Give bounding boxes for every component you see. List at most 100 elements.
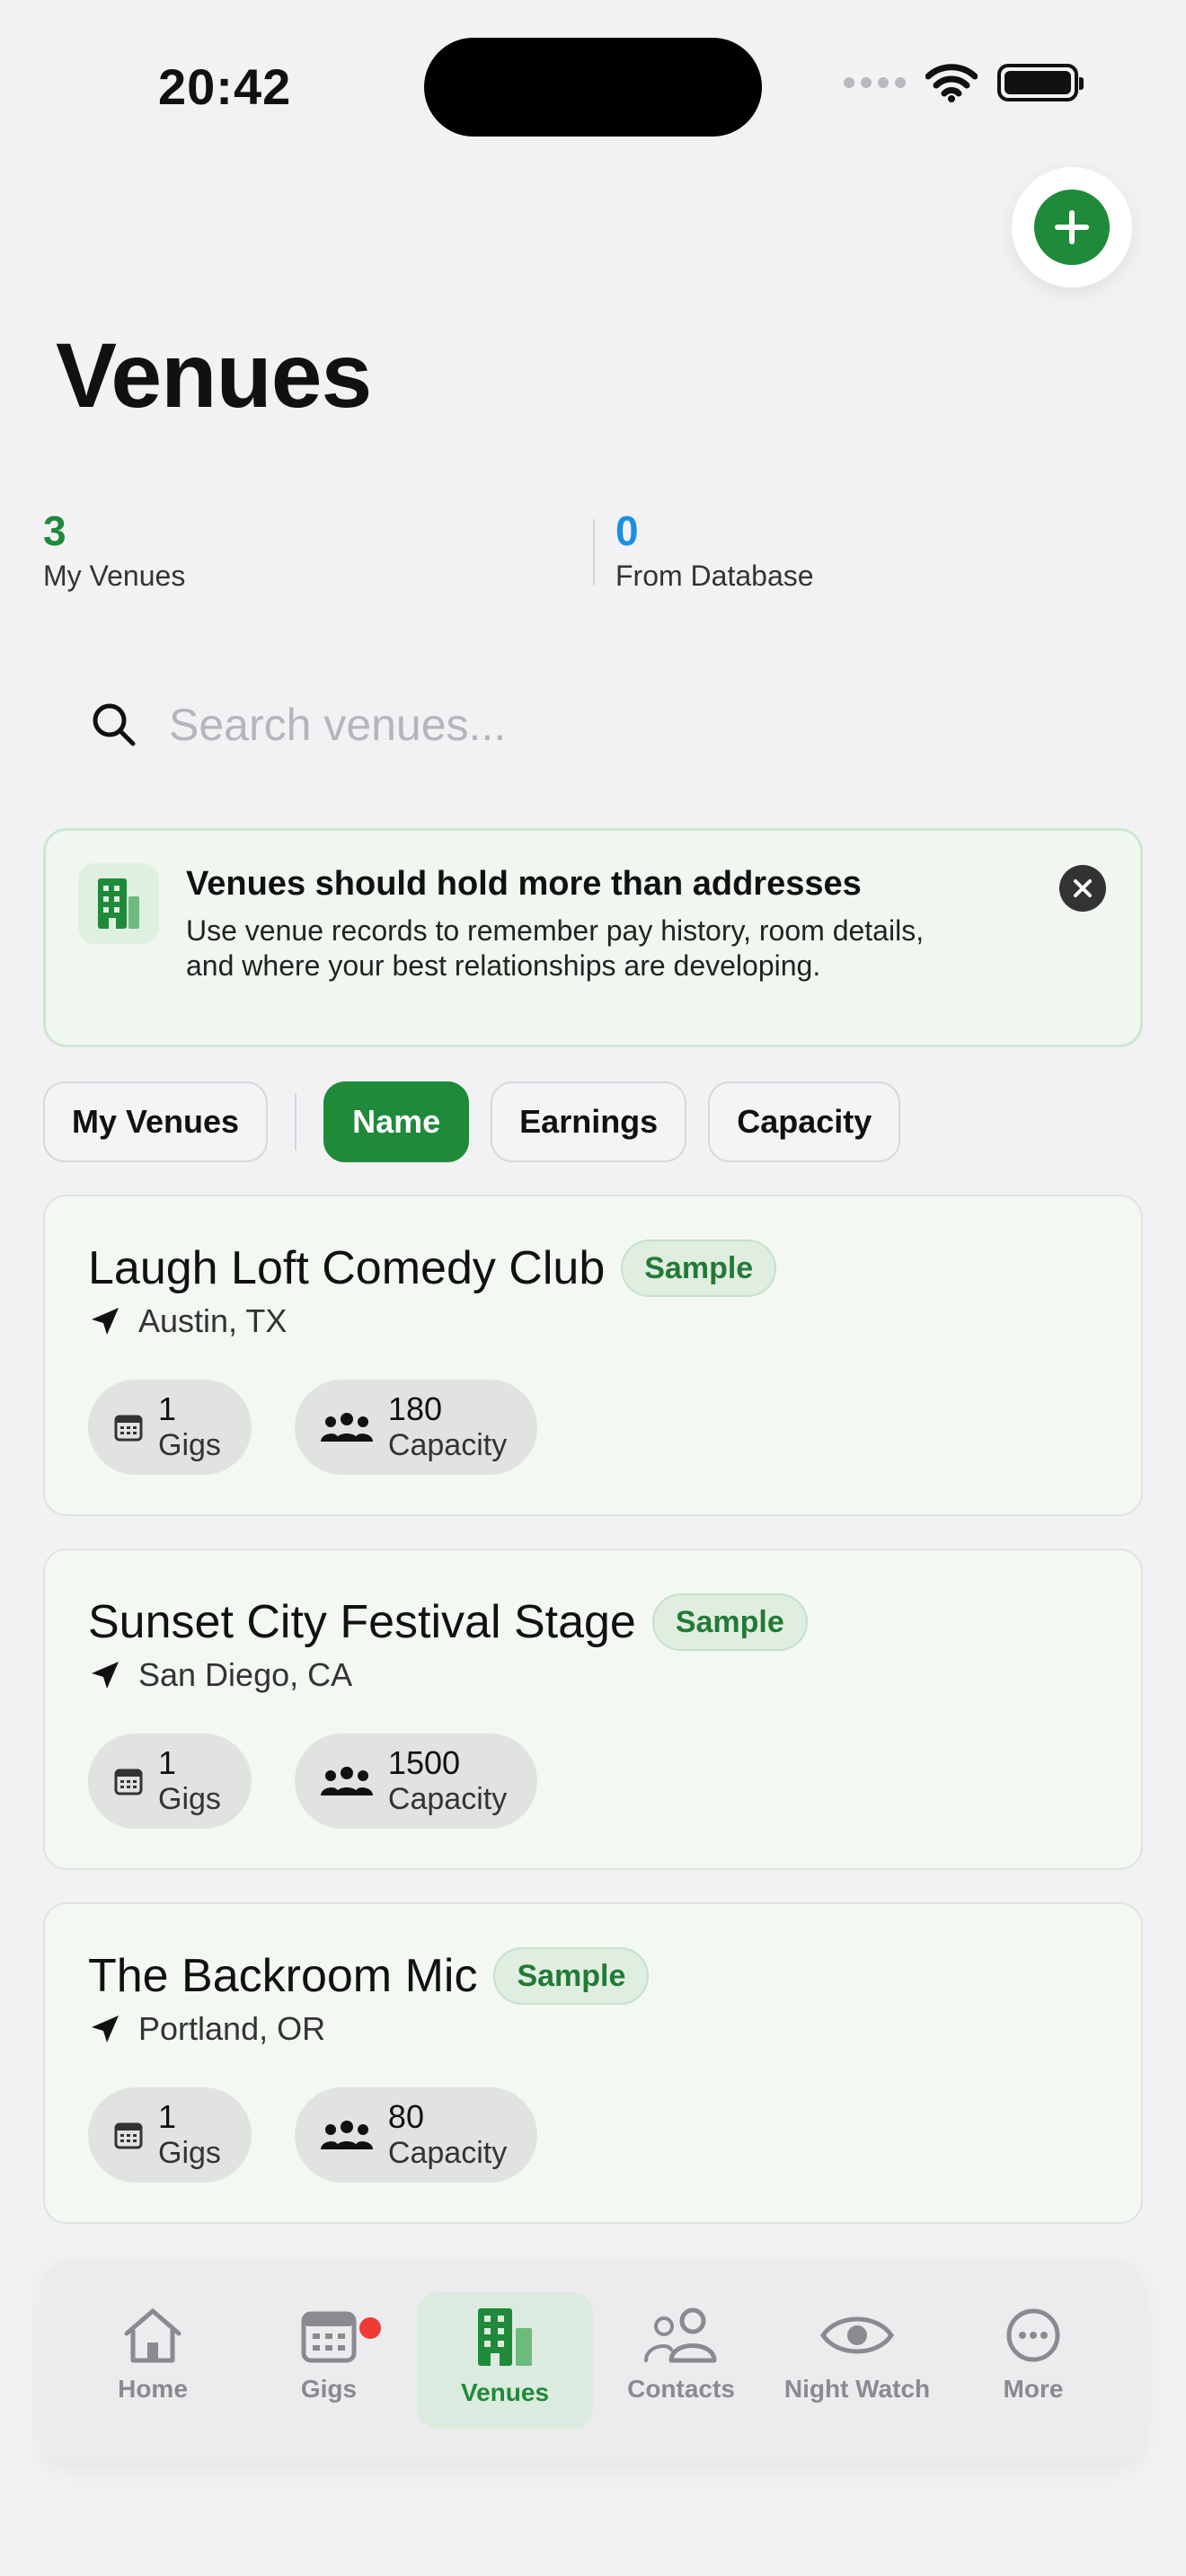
capacity-value: 180	[387, 1390, 442, 1427]
dynamic-island	[424, 38, 762, 137]
calendar-icon	[301, 2311, 357, 2363]
venue-stats: 1 Gigs 80 Capacity	[88, 2087, 538, 2183]
venue-location-text: Austin, TX	[138, 1302, 288, 1339]
cellular-signal-icon	[844, 77, 906, 88]
tip-body: Use venue records to remember pay histor…	[186, 914, 925, 982]
sort-chip-name[interactable]: Name	[323, 1081, 470, 1162]
sample-badge: Sample	[621, 1239, 777, 1297]
capacity-label: Capacity	[387, 2136, 508, 2170]
sort-chip-earnings[interactable]: Earnings	[491, 1081, 687, 1162]
page-title: Venues	[56, 324, 372, 427]
venue-location: San Diego, CA	[88, 1656, 352, 1694]
search-icon	[93, 703, 136, 746]
tip-card: Venues should hold more than addresses U…	[43, 828, 1143, 1047]
capacity-value: 80	[387, 2098, 424, 2135]
venues-screen: 20:42 Venues 3 My Venues 0 From Database	[0, 0, 1186, 2576]
capacity-pill: 180 Capacity	[294, 1380, 538, 1475]
venue-location-text: San Diego, CA	[138, 1656, 353, 1693]
stat-from-database: 0 From Database	[615, 508, 814, 593]
status-icons	[844, 63, 1084, 102]
dismiss-tip-button[interactable]	[1059, 865, 1106, 912]
venue-card[interactable]: Sunset City Festival Stage Sample San Di…	[43, 1548, 1143, 1870]
venue-card[interactable]: Laugh Loft Comedy Club Sample Austin, TX…	[43, 1195, 1143, 1516]
venue-stats: 1 Gigs 180 Capacity	[88, 1380, 538, 1475]
notification-dot	[359, 2317, 381, 2339]
filter-bar: My Venues Name Earnings Capacity	[43, 1081, 901, 1162]
plus-icon	[1034, 190, 1110, 265]
venue-name: The Backroom Mic	[88, 1950, 478, 2002]
calendar-icon	[114, 1415, 143, 1442]
tab-contacts[interactable]: Contacts	[593, 2292, 769, 2429]
stat-label: My Venues	[43, 559, 186, 592]
house-icon	[124, 2308, 181, 2363]
building-icon	[478, 2308, 532, 2366]
tab-gigs[interactable]: Gigs	[241, 2292, 417, 2429]
calendar-icon	[114, 1769, 143, 1795]
tab-label: More	[1003, 2375, 1064, 2403]
tab-label: Gigs	[300, 2375, 358, 2403]
stat-value: 3	[43, 507, 66, 554]
gigs-label: Gigs	[158, 2136, 221, 2170]
search-bar	[43, 684, 1143, 765]
wifi-icon	[925, 64, 978, 102]
tab-home[interactable]: Home	[65, 2292, 241, 2429]
gigs-pill: 1 Gigs	[88, 1734, 252, 1829]
location-arrow-icon	[92, 2016, 119, 2042]
venue-name: Sunset City Festival Stage	[88, 1596, 636, 1648]
stat-divider	[593, 519, 595, 586]
building-icon	[78, 863, 159, 944]
sort-chip-capacity[interactable]: Capacity	[708, 1081, 901, 1162]
ellipsis-circle-icon	[1006, 2308, 1060, 2362]
tab-label: Venues	[460, 2378, 550, 2406]
venue-card[interactable]: The Backroom Mic Sample Portland, OR 1 Gi…	[43, 1902, 1143, 2224]
capacity-pill: 1500 Capacity	[294, 1734, 538, 1829]
location-arrow-icon	[92, 1662, 119, 1689]
search-input[interactable]	[169, 699, 978, 751]
location-arrow-icon	[92, 1308, 119, 1335]
gigs-count: 1	[158, 1744, 177, 1781]
venue-name-row: The Backroom Mic Sample	[88, 1947, 650, 2005]
add-venue-button[interactable]	[1012, 167, 1132, 287]
tab-label: Night Watch	[783, 2375, 931, 2403]
stat-my-venues: 3 My Venues	[43, 508, 185, 593]
scope-filter-chip[interactable]: My Venues	[43, 1081, 269, 1162]
capacity-label: Capacity	[387, 1782, 508, 1816]
battery-icon	[997, 64, 1084, 101]
tip-title: Venues should hold more than addresses	[186, 865, 862, 903]
gigs-count: 1	[158, 2098, 177, 2135]
stat-label: From Database	[615, 559, 814, 592]
people-icon	[320, 1413, 373, 1442]
tab-venues[interactable]: Venues	[417, 2292, 593, 2429]
sample-badge: Sample	[493, 1947, 650, 2005]
tab-label: Home	[118, 2375, 188, 2403]
tab-night-watch[interactable]: Night Watch	[769, 2292, 945, 2429]
people-icon	[320, 2121, 373, 2149]
venue-location: Austin, TX	[88, 1302, 287, 1340]
capacity-label: Capacity	[387, 1428, 508, 1462]
chip-divider	[295, 1093, 297, 1151]
people-icon	[644, 2307, 717, 2363]
venue-name-row: Sunset City Festival Stage Sample	[88, 1593, 808, 1651]
tab-more[interactable]: More	[945, 2292, 1121, 2429]
gigs-label: Gigs	[158, 1782, 221, 1816]
venue-location: Portland, OR	[88, 2010, 325, 2048]
close-icon	[1074, 879, 1092, 897]
gigs-label: Gigs	[158, 1428, 221, 1462]
gigs-pill: 1 Gigs	[88, 2087, 252, 2183]
people-icon	[320, 1767, 373, 1795]
gigs-pill: 1 Gigs	[88, 1380, 252, 1475]
capacity-pill: 80 Capacity	[294, 2087, 538, 2183]
stat-value: 0	[615, 507, 639, 554]
eye-icon	[819, 2316, 895, 2354]
gigs-count: 1	[158, 1390, 177, 1427]
venue-name: Laugh Loft Comedy Club	[88, 1242, 606, 1294]
capacity-value: 1500	[387, 1744, 461, 1781]
calendar-icon	[114, 2122, 143, 2149]
sample-badge: Sample	[651, 1593, 808, 1651]
venue-stats: 1 Gigs 1500 Capacity	[88, 1734, 538, 1829]
tab-bar: Home Gigs Venues Contacts Night Watch Mo…	[43, 2260, 1143, 2463]
tab-label: Contacts	[627, 2375, 735, 2403]
venue-name-row: Laugh Loft Comedy Club Sample	[88, 1239, 777, 1297]
status-time: 20:42	[158, 58, 292, 115]
venue-location-text: Portland, OR	[138, 2010, 326, 2047]
